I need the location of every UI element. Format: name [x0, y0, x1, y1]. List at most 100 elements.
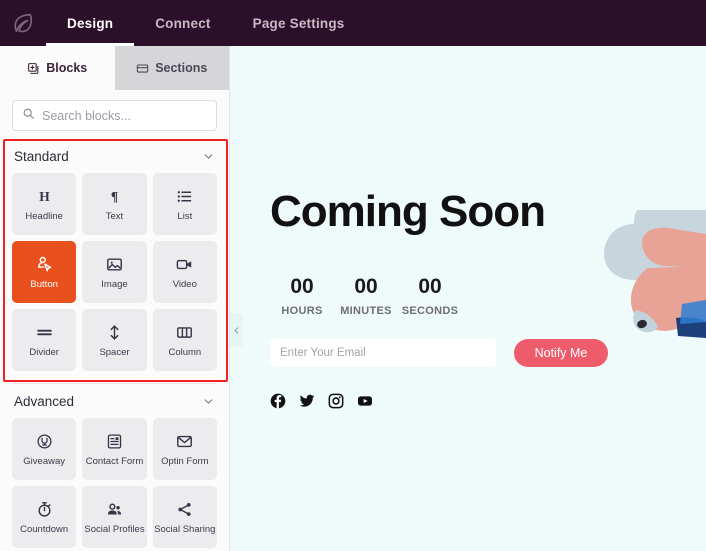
block-video-label: Video — [172, 279, 197, 291]
block-divider[interactable]: Divider — [12, 309, 77, 371]
countdown-block[interactable]: 00 HOURS 00 MINUTES 00 SECONDS — [270, 276, 610, 317]
giveaway-trophy-icon — [36, 431, 53, 451]
image-icon — [106, 254, 123, 274]
sections-icon — [136, 62, 149, 75]
search-section — [0, 90, 229, 139]
countdown-unit-hours: 00 HOURS — [270, 276, 334, 317]
block-contact-form-label: Contact Form — [85, 456, 144, 468]
block-image[interactable]: Image — [82, 241, 147, 303]
instagram-icon[interactable] — [328, 393, 344, 409]
block-optin-form-label: Optin Form — [161, 456, 209, 468]
block-button-label: Button — [30, 279, 58, 291]
block-social-sharing-label: Social Sharing — [154, 524, 216, 536]
countdown-minutes-value: 00 — [354, 275, 378, 298]
blocks-sidebar: Blocks Sections Search blocks... Standar… — [0, 46, 230, 551]
advanced-blocks-grid: Giveaway Contact Form Optin Form Countdo… — [12, 418, 217, 551]
page-headline[interactable]: Coming Soon — [270, 190, 610, 234]
blocks-list[interactable]: Standard H Headline ¶ Text List Button I… — [0, 139, 229, 551]
contact-form-icon — [106, 431, 123, 451]
youtube-icon[interactable] — [357, 393, 373, 409]
svg-text:¶: ¶ — [111, 189, 118, 204]
stopwatch-icon — [36, 499, 53, 519]
block-social-sharing[interactable]: Social Sharing — [152, 486, 217, 548]
svg-text:H: H — [39, 189, 50, 204]
blocks-icon — [27, 62, 40, 75]
block-giveaway-label: Giveaway — [23, 456, 66, 468]
block-text[interactable]: ¶ Text — [82, 173, 147, 235]
group-advanced: Advanced Giveaway Contact Form Optin For… — [0, 384, 229, 551]
countdown-seconds-value: 00 — [418, 275, 442, 298]
button-click-icon — [36, 254, 53, 274]
standard-blocks-grid: H Headline ¶ Text List Button Image Vide… — [12, 173, 217, 379]
block-optin-form[interactable]: Optin Form — [152, 418, 217, 480]
tab-sections[interactable]: Sections — [114, 46, 229, 90]
list-icon — [176, 186, 193, 206]
countdown-hours-value: 00 — [290, 275, 314, 298]
countdown-seconds-label: SECONDS — [401, 305, 459, 317]
tab-sections-label: Sections — [155, 61, 208, 75]
page-preview-canvas[interactable]: Coming Soon 00 HOURS 00 MINUTES 00 SECON… — [230, 46, 706, 551]
block-text-label: Text — [105, 211, 124, 223]
video-camera-icon — [176, 254, 193, 274]
block-headline-label: Headline — [25, 211, 63, 223]
nav-tab-page-settings-label: Page Settings — [252, 15, 345, 31]
block-social-profiles-label: Social Profiles — [84, 524, 145, 536]
seedprod-builder: Design Connect Page Settings Blocks Sect… — [0, 0, 706, 551]
social-profiles-icon — [106, 499, 123, 519]
group-advanced-title: Advanced — [14, 393, 75, 409]
block-column[interactable]: Column — [152, 309, 217, 371]
nav-tab-page-settings[interactable]: Page Settings — [232, 0, 366, 46]
block-column-label: Column — [168, 347, 202, 359]
countdown-hours-label: HOURS — [281, 305, 323, 317]
block-list-label: List — [177, 211, 193, 223]
nav-tab-connect-label: Connect — [155, 15, 211, 31]
block-spacer[interactable]: Spacer — [82, 309, 147, 371]
facebook-icon[interactable] — [270, 393, 286, 409]
group-standard-title: Standard — [14, 148, 69, 164]
email-field[interactable] — [270, 339, 496, 367]
block-contact-form[interactable]: Contact Form — [82, 418, 147, 480]
notify-me-button[interactable]: Notify Me — [514, 339, 608, 367]
block-headline[interactable]: H Headline — [12, 173, 77, 235]
block-video[interactable]: Video — [152, 241, 217, 303]
block-button[interactable]: Button — [12, 241, 77, 303]
headline-icon: H — [36, 186, 53, 206]
leaf-logo-icon[interactable] — [0, 0, 46, 46]
nav-tab-design[interactable]: Design — [46, 0, 135, 46]
envelope-icon — [176, 431, 193, 451]
countdown-unit-seconds: 00 SECONDS — [398, 276, 462, 317]
search-input[interactable] — [42, 108, 207, 123]
share-icon — [176, 499, 193, 519]
countdown-unit-minutes: 00 MINUTES — [334, 276, 398, 317]
countdown-minutes-label: MINUTES — [340, 305, 392, 317]
collapse-sidebar-handle[interactable] — [230, 313, 243, 347]
group-standard-header[interactable]: Standard — [12, 139, 217, 173]
block-social-profiles[interactable]: Social Profiles — [82, 486, 147, 548]
spacer-arrows-icon — [106, 322, 123, 342]
search-blocks-box[interactable] — [12, 100, 217, 131]
block-spacer-label: Spacer — [99, 347, 130, 359]
paragraph-icon: ¶ — [106, 186, 123, 206]
block-divider-label: Divider — [29, 347, 59, 359]
chevron-down-icon[interactable] — [202, 150, 215, 163]
sidebar-tabs: Blocks Sections — [0, 46, 229, 90]
group-standard: Standard H Headline ¶ Text List Button I… — [0, 139, 229, 379]
block-countdown[interactable]: Countdown — [12, 486, 77, 548]
twitter-icon[interactable] — [299, 393, 315, 409]
tab-blocks[interactable]: Blocks — [0, 46, 115, 90]
tab-blocks-label: Blocks — [46, 61, 88, 75]
block-image-label: Image — [101, 279, 128, 291]
optin-form-block: Notify Me — [270, 339, 610, 367]
columns-icon — [176, 322, 193, 342]
nav-tab-connect[interactable]: Connect — [134, 0, 231, 46]
chevron-left-icon — [232, 326, 241, 335]
coming-soon-page: Coming Soon 00 HOURS 00 MINUTES 00 SECON… — [270, 190, 610, 409]
group-advanced-header[interactable]: Advanced — [12, 384, 217, 418]
block-list[interactable]: List — [152, 173, 217, 235]
divider-icon — [36, 322, 53, 342]
nav-tab-design-label: Design — [67, 15, 114, 31]
social-profiles-block — [270, 393, 610, 409]
search-icon — [22, 107, 35, 125]
chevron-down-icon[interactable] — [202, 395, 215, 408]
block-giveaway[interactable]: Giveaway — [12, 418, 77, 480]
